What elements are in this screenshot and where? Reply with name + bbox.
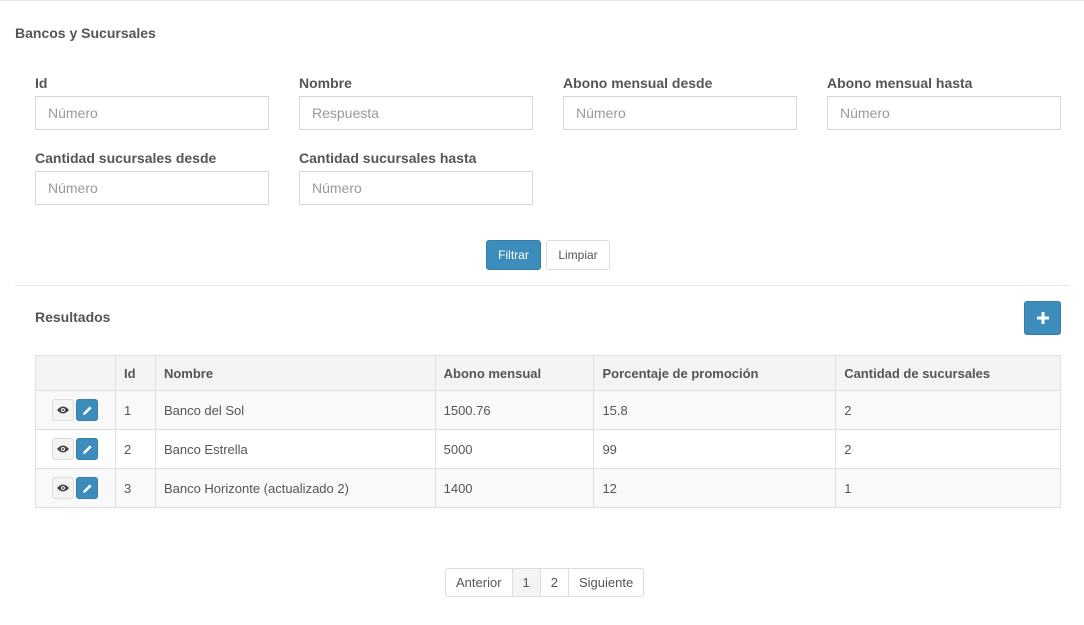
- cell-id: 3: [114, 468, 156, 508]
- filter-abono-desde-input[interactable]: [563, 96, 797, 130]
- filter-id-input[interactable]: [35, 96, 269, 130]
- edit-button[interactable]: [76, 438, 99, 460]
- filter-cant-desde: Cantidad sucursales desde: [35, 148, 269, 205]
- filter-cant-hasta-label: Cantidad sucursales hasta: [299, 150, 477, 166]
- col-id[interactable]: Id: [114, 355, 156, 391]
- cell-nombre: Banco Estrella: [154, 429, 436, 469]
- cell-abono: 1500.76: [434, 390, 595, 430]
- filter-button[interactable]: Filtrar: [486, 240, 541, 270]
- pagination-next[interactable]: Siguiente: [568, 568, 645, 597]
- table-row: 1 Banco del Sol 1500.76 15.8 2: [35, 390, 1061, 430]
- cell-sucursales: 1: [835, 468, 1061, 508]
- pagination-page-2[interactable]: 2: [539, 568, 569, 597]
- table-row: 3 Banco Horizonte (actualizado 2) 1400 1…: [35, 468, 1061, 508]
- filter-nombre-label: Nombre: [299, 75, 352, 91]
- results-title: Resultados: [35, 309, 111, 325]
- cell-nombre: Banco del Sol: [154, 390, 436, 430]
- filter-cant-hasta: Cantidad sucursales hasta: [299, 148, 533, 205]
- eye-icon: [57, 445, 70, 453]
- pagination-page-1[interactable]: 1: [511, 568, 541, 597]
- pencil-icon: [82, 444, 92, 454]
- cell-porcentaje: 15.8: [593, 390, 837, 430]
- filter-abono-desde-label: Abono mensual desde: [563, 75, 713, 91]
- edit-button[interactable]: [76, 477, 99, 499]
- filter-id-label: Id: [35, 75, 48, 91]
- filter-abono-desde: Abono mensual desde: [563, 73, 797, 130]
- row-actions: [35, 390, 116, 430]
- page-title: Bancos y Sucursales: [15, 25, 156, 41]
- filter-nombre: Nombre: [299, 73, 533, 130]
- col-nombre[interactable]: Nombre: [154, 355, 436, 391]
- cell-porcentaje: 99: [593, 429, 837, 469]
- filter-cant-desde-input[interactable]: [35, 171, 269, 205]
- col-abono[interactable]: Abono mensual: [434, 355, 595, 391]
- cell-nombre: Banco Horizonte (actualizado 2): [154, 468, 436, 508]
- filter-cant-desde-label: Cantidad sucursales desde: [35, 150, 217, 166]
- pagination: Anterior 1 2 Siguiente: [445, 568, 645, 597]
- view-button[interactable]: [52, 438, 75, 460]
- pagination-prev[interactable]: Anterior: [445, 568, 513, 597]
- cell-id: 2: [114, 429, 156, 469]
- row-actions: [35, 429, 116, 469]
- cell-id: 1: [114, 390, 156, 430]
- cell-porcentaje: 12: [593, 468, 837, 508]
- filter-nombre-input[interactable]: [299, 96, 533, 130]
- filter-abono-hasta-label: Abono mensual hasta: [827, 75, 973, 91]
- cell-sucursales: 2: [835, 429, 1061, 469]
- eye-icon: [57, 484, 70, 492]
- plus-icon: [1036, 312, 1049, 324]
- cell-sucursales: 2: [835, 390, 1061, 430]
- table-row: 2 Banco Estrella 5000 99 2: [35, 429, 1061, 469]
- section-divider: [15, 285, 1069, 286]
- col-actions: [35, 355, 116, 391]
- filter-id: Id: [35, 73, 269, 130]
- view-button[interactable]: [52, 477, 75, 499]
- cell-abono: 1400: [434, 468, 595, 508]
- add-button[interactable]: [1024, 301, 1061, 335]
- col-sucursales[interactable]: Cantidad de sucursales: [835, 355, 1061, 391]
- edit-button[interactable]: [76, 399, 99, 421]
- table-header-row: Id Nombre Abono mensual Porcentaje de pr…: [35, 355, 1061, 391]
- pencil-icon: [82, 483, 92, 493]
- col-porcentaje[interactable]: Porcentaje de promoción: [593, 355, 837, 391]
- cell-abono: 5000: [434, 429, 595, 469]
- filter-cant-hasta-input[interactable]: [299, 171, 533, 205]
- results-table: Id Nombre Abono mensual Porcentaje de pr…: [35, 355, 1061, 508]
- row-actions: [35, 468, 116, 508]
- pencil-icon: [82, 405, 92, 415]
- eye-icon: [57, 406, 70, 414]
- filter-abono-hasta-input[interactable]: [827, 96, 1061, 130]
- filter-abono-hasta: Abono mensual hasta: [827, 73, 1061, 130]
- view-button[interactable]: [52, 399, 75, 421]
- clear-button[interactable]: Limpiar: [546, 240, 610, 270]
- top-divider: [0, 0, 1084, 1]
